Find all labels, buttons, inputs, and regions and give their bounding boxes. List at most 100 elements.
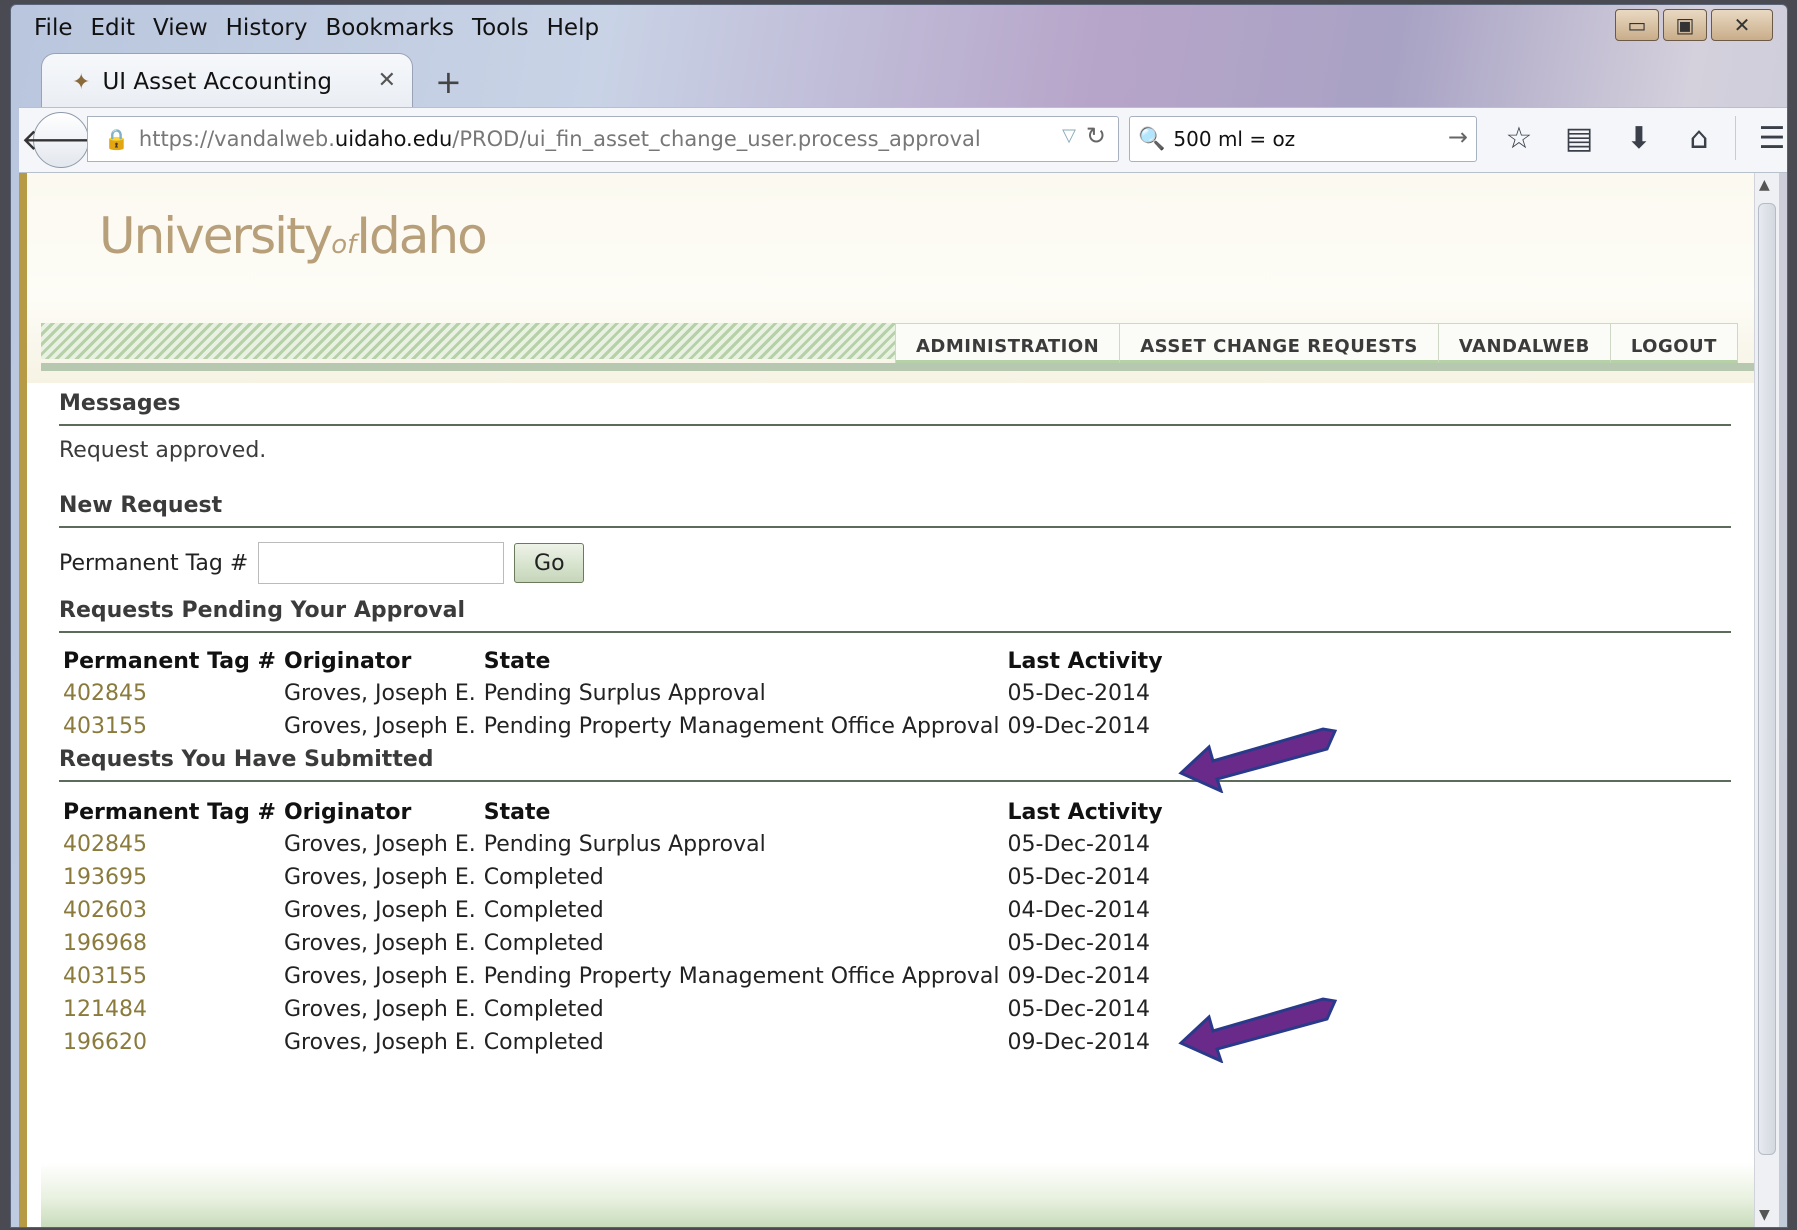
nav-vandalweb[interactable]: VANDALWEB (1438, 324, 1611, 364)
originator-cell: Groves, Joseph E. (283, 898, 476, 923)
last-activity-cell: 09-Dec-2014 (1007, 1030, 1150, 1055)
menu-view[interactable]: View (144, 13, 217, 43)
tag-link[interactable]: 403155 (63, 710, 284, 743)
tag-link[interactable]: 121484 (63, 993, 284, 1026)
nav-logout[interactable]: LOGOUT (1610, 324, 1738, 364)
last-activity-cell: 09-Dec-2014 (1007, 714, 1150, 739)
menu-file[interactable]: File (25, 13, 82, 43)
tag-link[interactable]: 196620 (63, 1026, 284, 1059)
nav-underline (41, 363, 1759, 371)
originator-cell: Groves, Joseph E. (283, 964, 476, 989)
originator-cell: Groves, Joseph E. (283, 1030, 476, 1055)
menu-tools[interactable]: Tools (463, 13, 538, 43)
annotation-arrow-pending (1178, 727, 1337, 793)
tag-link[interactable]: 402845 (63, 828, 284, 861)
tag-link[interactable]: 196968 (63, 927, 284, 960)
dropdown-triangle-icon[interactable]: ▽ (1062, 125, 1076, 146)
originator-cell: Groves, Joseph E. (283, 931, 476, 956)
url-domain: uidaho.edu (334, 127, 453, 151)
col-state: State (483, 799, 551, 825)
go-button[interactable]: Go (514, 543, 585, 583)
site-header: UniversityofIdaho ADMINISTRATION ASSET C… (27, 173, 1767, 383)
menu-icon[interactable]: ☰ (1742, 116, 1787, 160)
table-row: 402845 Groves, Joseph E. Pending Surplus… (63, 828, 1171, 861)
menu-bar: File Edit View History Bookmarks Tools H… (25, 13, 608, 43)
toolbar-separator (1735, 116, 1736, 160)
table-row: 196968 Groves, Joseph E. Completed 05-De… (63, 927, 1171, 960)
menu-help[interactable]: Help (538, 13, 608, 43)
navigation-toolbar: 🡐 🔒 https://vandalweb.uidaho.edu/PROD/ui… (19, 107, 1787, 173)
scrollbar-thumb[interactable] (1758, 203, 1776, 1155)
vertical-scrollbar[interactable]: ▲ ▼ (1754, 173, 1779, 1227)
tag-link[interactable]: 193695 (63, 861, 284, 894)
state-cell: Pending Property Management Office Appro… (483, 964, 1000, 989)
search-icon: 🔍 (1138, 126, 1166, 152)
originator-cell: Groves, Joseph E. (283, 997, 476, 1022)
reading-list-icon[interactable]: ▤ (1549, 116, 1609, 160)
menu-bookmarks[interactable]: Bookmarks (316, 13, 463, 43)
pending-approval-table: Permanent Tag # Originator State Last Ac… (63, 645, 1171, 743)
site-nav: ADMINISTRATION ASSET CHANGE REQUESTS VAN… (895, 323, 1738, 364)
main-body: Messages Request approved. New Request P… (59, 373, 1731, 1059)
url-text: https://vandalweb.uidaho.edu/PROD/ui_fin… (139, 127, 981, 151)
state-cell: Completed (483, 931, 604, 956)
address-bar[interactable]: 🔒 https://vandalweb.uidaho.edu/PROD/ui_f… (87, 116, 1119, 162)
logo-word-university: University (99, 207, 333, 265)
menu-edit[interactable]: Edit (82, 13, 145, 43)
col-originator: Originator (283, 799, 412, 825)
nav-administration[interactable]: ADMINISTRATION (896, 324, 1121, 364)
search-input[interactable] (1171, 126, 1436, 152)
table-row: 403155 Groves, Joseph E. Pending Propert… (63, 710, 1171, 743)
col-state: State (483, 648, 551, 674)
tag-link[interactable]: 402845 (63, 677, 284, 710)
tab-close-icon[interactable]: ✕ (378, 68, 396, 93)
tag-link[interactable]: 403155 (63, 960, 284, 993)
col-last-activity: Last Activity (1007, 799, 1163, 825)
col-permanent-tag: Permanent Tag # (63, 799, 276, 825)
table-header-row: Permanent Tag # Originator State Last Ac… (63, 796, 1171, 828)
menu-history[interactable]: History (217, 13, 317, 43)
university-logo[interactable]: UniversityofIdaho (99, 207, 488, 265)
table-row: 196620 Groves, Joseph E. Completed 09-De… (63, 1026, 1171, 1059)
pending-approval-heading: Requests Pending Your Approval (59, 598, 1731, 633)
reload-icon[interactable]: ↻ (1086, 122, 1106, 150)
scroll-up-icon[interactable]: ▲ (1759, 177, 1770, 193)
table-row: 121484 Groves, Joseph E. Completed 05-De… (63, 993, 1171, 1026)
maximize-button[interactable]: ▣ (1663, 9, 1707, 41)
last-activity-cell: 04-Dec-2014 (1007, 898, 1150, 923)
last-activity-cell: 05-Dec-2014 (1007, 931, 1150, 956)
last-activity-cell: 05-Dec-2014 (1007, 997, 1150, 1022)
last-activity-cell: 05-Dec-2014 (1007, 681, 1150, 706)
new-tab-button[interactable]: + (435, 63, 462, 101)
back-button[interactable]: 🡐 (21, 112, 101, 168)
url-path: /PROD/ui_fin_asset_change_user.process_a… (452, 127, 981, 151)
state-cell: Completed (483, 865, 604, 890)
permanent-tag-label: Permanent Tag # (59, 550, 249, 576)
permanent-tag-input[interactable] (258, 542, 505, 584)
originator-cell: Groves, Joseph E. (283, 681, 476, 706)
messages-heading: Messages (59, 391, 1731, 426)
page-content: UniversityofIdaho ADMINISTRATION ASSET C… (19, 173, 1775, 1227)
minimize-button[interactable]: ▭ (1615, 9, 1659, 41)
download-icon[interactable]: ⬇ (1609, 116, 1669, 160)
star-icon[interactable]: ☆ (1489, 116, 1549, 160)
table-row: 403155 Groves, Joseph E. Pending Propert… (63, 960, 1171, 993)
logo-word-idaho: Idaho (356, 207, 487, 265)
message-text: Request approved. (59, 438, 267, 463)
site-favicon-icon: ✦ (72, 69, 91, 95)
scroll-down-icon[interactable]: ▼ (1759, 1207, 1770, 1223)
tag-link[interactable]: 402603 (63, 894, 284, 927)
close-window-button[interactable]: ✕ (1711, 9, 1773, 41)
search-go-icon[interactable]: → (1448, 123, 1468, 151)
home-icon[interactable]: ⌂ (1669, 116, 1729, 160)
state-cell: Pending Surplus Approval (483, 681, 766, 706)
footer-wave-decoration (41, 1163, 1759, 1227)
nav-asset-change-requests[interactable]: ASSET CHANGE REQUESTS (1120, 324, 1439, 364)
logo-word-of: of (331, 230, 357, 260)
originator-cell: Groves, Joseph E. (283, 832, 476, 857)
submitted-requests-heading: Requests You Have Submitted (59, 747, 1731, 782)
tab-ui-asset-accounting[interactable]: ✦ UI Asset Accounting ✕ (41, 53, 413, 110)
table-row: 193695 Groves, Joseph E. Completed 05-De… (63, 861, 1171, 894)
search-bar[interactable]: 🔍 → (1129, 116, 1477, 162)
window-controls: ▭ ▣ ✕ (1615, 9, 1773, 41)
